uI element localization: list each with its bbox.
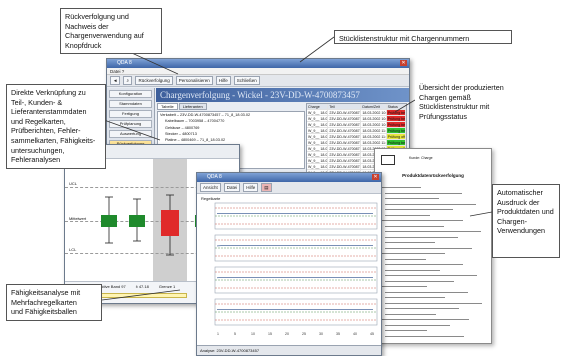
callout-auto-printout: Automatischer Ausdruck der Produktdaten … [492,184,560,258]
callout-bom-structure: Stücklistenstruktur mit Chargennummern [334,30,512,44]
callout-links: Direkte Verknüpfung zu Teil-, Kunden- & … [6,84,106,169]
callout-capability: Fähigkeitsanalyse mit Mehrfachregelkarte… [6,284,102,321]
callout-produced-batches: Übersicht der produzierten Chargen gemäß… [415,80,561,130]
callout-traceability: Rückverfolgung und Nachweis der Chargenv… [60,8,162,55]
